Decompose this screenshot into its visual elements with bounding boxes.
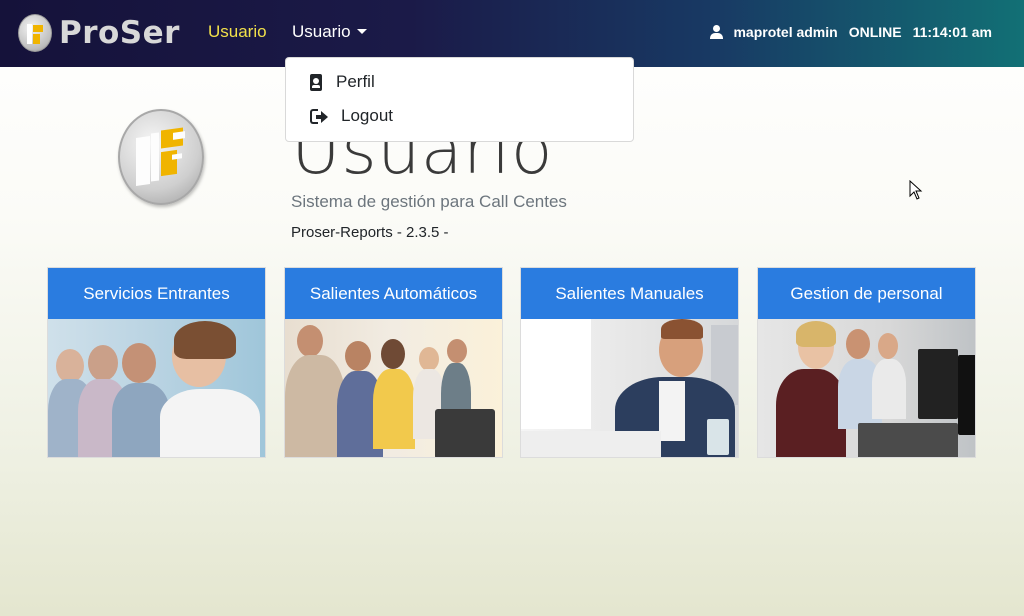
sign-out-icon bbox=[310, 108, 328, 124]
nav-dropdown-label: Usuario bbox=[292, 22, 351, 41]
nav-dropdown-usuario[interactable]: Usuario bbox=[292, 22, 367, 42]
menu-item-label: Logout bbox=[341, 106, 393, 125]
brand[interactable]: ProSer bbox=[18, 13, 180, 53]
card-servicios-entrantes[interactable]: Servicios Entrantes bbox=[47, 267, 266, 458]
card-header: Gestion de personal bbox=[758, 268, 975, 319]
menu-item-label: Perfil bbox=[336, 72, 375, 91]
clock-time: 11:14:01 am bbox=[912, 24, 992, 40]
user-dropdown-menu: Perfil Logout bbox=[285, 57, 634, 142]
mouse-cursor-icon bbox=[909, 180, 923, 200]
proser-logo-icon bbox=[18, 14, 52, 52]
menu-item-logout[interactable]: Logout bbox=[310, 106, 393, 126]
caret-down-icon bbox=[356, 29, 367, 34]
nav-link-usuario[interactable]: Usuario bbox=[208, 22, 267, 42]
card-salientes-automaticos[interactable]: Salientes Automáticos bbox=[284, 267, 503, 458]
card-photo-image bbox=[758, 319, 975, 457]
card-photo-image bbox=[285, 319, 502, 457]
menu-item-perfil[interactable]: Perfil bbox=[310, 72, 375, 92]
user-name: maprotel admin bbox=[733, 24, 838, 40]
card-photo-image bbox=[48, 319, 265, 457]
brand-name: ProSer bbox=[59, 15, 180, 51]
page-subtitle: Sistema de gestión para Call Centes bbox=[291, 192, 567, 211]
card-gestion-de-personal[interactable]: Gestion de personal bbox=[757, 267, 976, 458]
card-header: Servicios Entrantes bbox=[48, 268, 265, 319]
online-status: ONLINE bbox=[848, 24, 902, 40]
proser-emblem-icon bbox=[118, 109, 204, 205]
card-photo-image bbox=[521, 319, 738, 457]
card-header: Salientes Automáticos bbox=[285, 268, 502, 319]
card-salientes-manuales[interactable]: Salientes Manuales bbox=[520, 267, 739, 458]
user-icon bbox=[710, 25, 724, 39]
user-status: maprotel admin ONLINE 11:14:01 am bbox=[710, 24, 992, 40]
id-badge-icon bbox=[310, 73, 322, 91]
version-label: Proser-Reports - 2.3.5 - bbox=[291, 224, 449, 241]
card-header: Salientes Manuales bbox=[521, 268, 738, 319]
